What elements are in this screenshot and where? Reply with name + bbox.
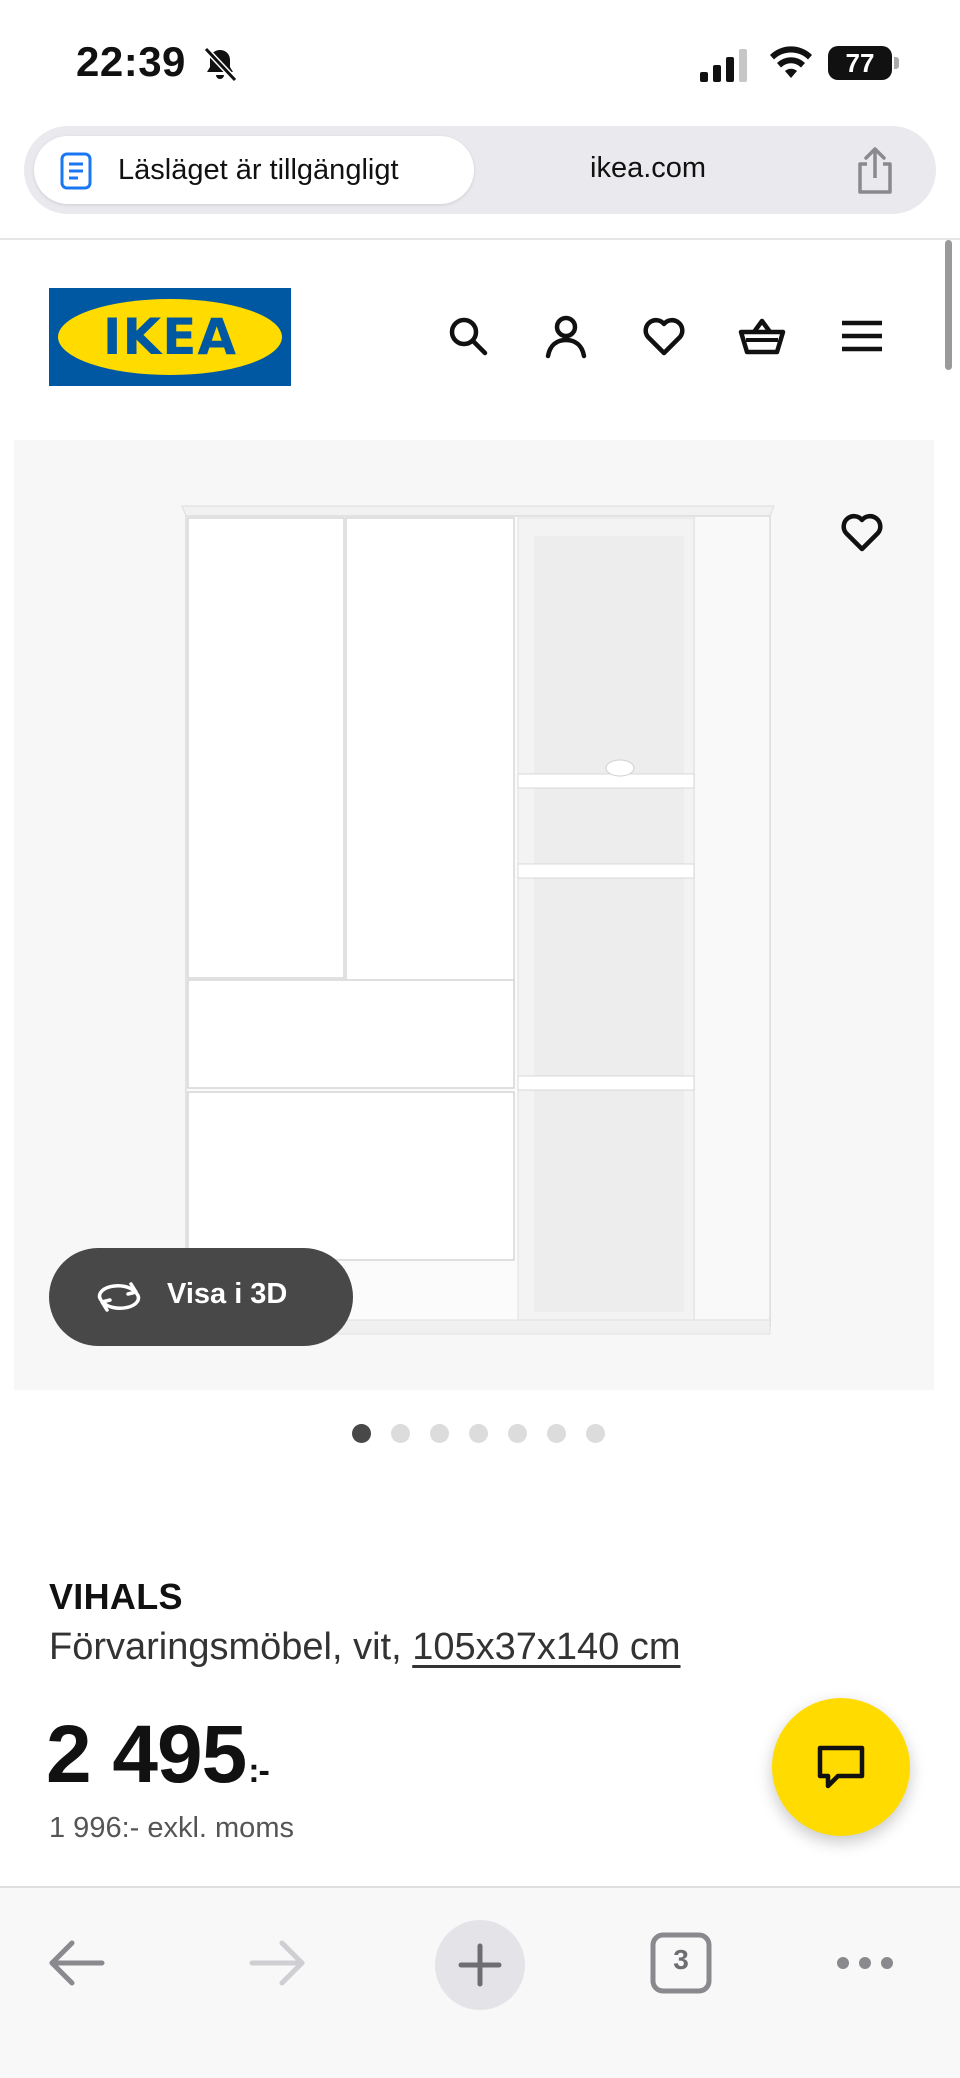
- reader-mode-label: Läsläget är tillgängligt: [118, 154, 399, 186]
- browser-toolbar: 3: [0, 1886, 960, 2078]
- account-icon[interactable]: [542, 312, 590, 360]
- browser-divider: [0, 238, 960, 240]
- battery-nub: [894, 57, 899, 69]
- view-in-3d-label: Visa i 3D: [167, 1278, 288, 1310]
- back-arrow-icon[interactable]: [32, 1918, 122, 2008]
- gallery-dot[interactable]: [508, 1424, 527, 1443]
- gallery-dot[interactable]: [391, 1424, 410, 1443]
- plus-icon: [458, 1943, 502, 1987]
- chat-icon: [817, 1745, 865, 1789]
- heart-icon[interactable]: [640, 312, 688, 360]
- status-bar: 22:39 77: [0, 0, 960, 122]
- gallery-dot[interactable]: [469, 1424, 488, 1443]
- more-options-icon[interactable]: [820, 1918, 910, 2008]
- product-description-text: Förvaringsmöbel, vit,: [49, 1626, 413, 1668]
- menu-icon[interactable]: [838, 312, 886, 360]
- basket-icon[interactable]: [738, 312, 786, 360]
- scrollbar[interactable]: [945, 240, 952, 370]
- wifi-icon: [770, 46, 812, 78]
- favorite-product-icon[interactable]: [838, 508, 886, 556]
- document-icon: [60, 152, 92, 190]
- view-in-3d-button[interactable]: Visa i 3D: [49, 1248, 353, 1346]
- gallery-dot[interactable]: [547, 1424, 566, 1443]
- ikea-logo[interactable]: IKEA: [49, 288, 291, 386]
- forward-arrow-icon[interactable]: [232, 1918, 322, 2008]
- search-icon[interactable]: [444, 312, 492, 360]
- share-icon[interactable]: [852, 146, 898, 196]
- status-time: 22:39: [76, 38, 186, 85]
- product-dimensions-link[interactable]: 105x37x140 cm: [412, 1626, 680, 1668]
- rotate-3d-icon: [97, 1282, 141, 1312]
- chat-button[interactable]: [772, 1698, 910, 1836]
- bell-muted-icon: [203, 46, 238, 83]
- gallery-pagination[interactable]: [352, 1424, 605, 1444]
- gallery-dot[interactable]: [352, 1424, 371, 1443]
- gallery-dot[interactable]: [586, 1424, 605, 1443]
- tab-count: 3: [673, 1944, 689, 1975]
- product-description: Förvaringsmöbel, vit, 105x37x140 cm: [49, 1626, 681, 1669]
- reader-mode-button[interactable]: Läsläget är tillgängligt: [34, 136, 474, 204]
- url-domain[interactable]: ikea.com: [590, 152, 706, 185]
- price-excl-vat: 1 996:- exkl. moms: [49, 1812, 294, 1844]
- battery-indicator: 77: [828, 46, 900, 80]
- cell-signal-icon: [700, 49, 747, 82]
- price-value: 2 495: [46, 1709, 247, 1800]
- tabs-button[interactable]: 3: [636, 1918, 726, 2008]
- product-name: VIHALS: [49, 1576, 183, 1617]
- svg-text:IKEA: IKEA: [103, 308, 237, 366]
- gallery-dot[interactable]: [430, 1424, 449, 1443]
- new-tab-button[interactable]: [435, 1920, 525, 2010]
- battery-level: 77: [828, 46, 892, 80]
- ikea-logo-graphic: IKEA: [49, 288, 291, 386]
- address-bar[interactable]: Läsläget är tillgängligt ikea.com: [24, 126, 936, 214]
- product-price: 2 495:-: [46, 1708, 270, 1802]
- price-suffix: :-: [248, 1752, 270, 1790]
